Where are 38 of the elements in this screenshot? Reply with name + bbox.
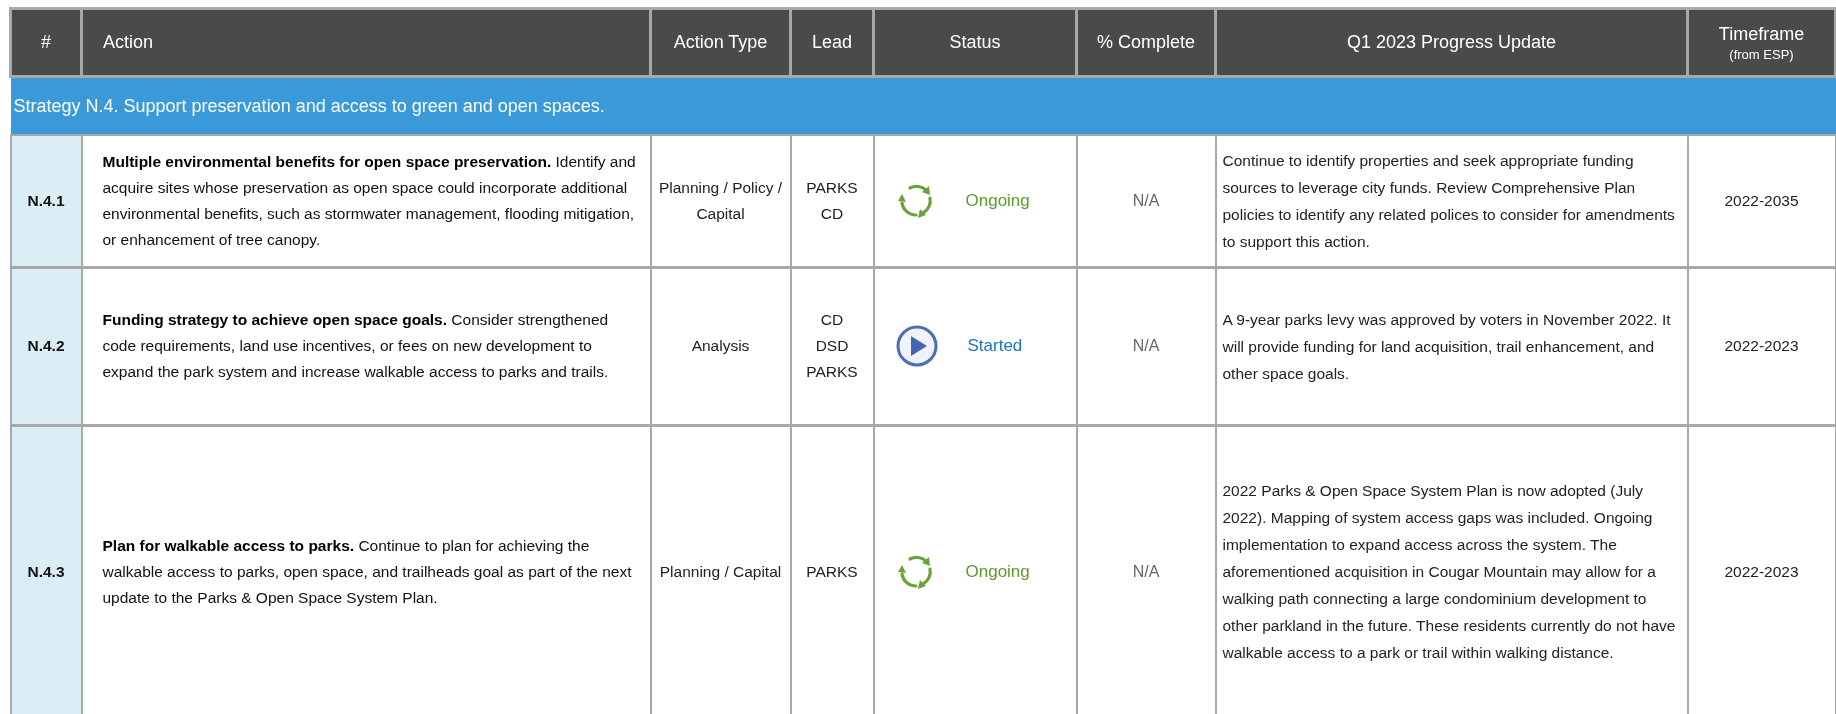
- action-description: Multiple environmental benefits for open space preservation. Identify and acquire sites whose preservation as open space could incorporate additional environmental benefits, such as stormwater management, flooding mitigation, or enhancement of tree canopy.: [102, 152, 636, 248]
- action-description: Funding strategy to achieve open space goals. Consider strengthened code requirements, land use incentives, or fees on new development to expand the park system and increase walkable access to parks and trails.: [102, 311, 609, 380]
- progress-update-text: A 9-year parks levy was approved by voters in November 2022. It will provide funding for land acquisition, trail enhancement, and other space goals.: [1222, 310, 1671, 382]
- timeframe: 2022-2023: [1724, 337, 1799, 354]
- progress-update-text: Continue to identify properties and seek appropriate funding sources to leverage city funds. Review Comprehensive Plan policies to identify any related polices to consider for amendments to support this action.: [1222, 151, 1675, 250]
- row-number: N.4.3: [10, 425, 82, 714]
- lead-department: PARKS: [805, 561, 859, 582]
- column-subheader: (from ESP): [1728, 46, 1795, 62]
- status-label: Started: [967, 336, 1023, 356]
- row-number: N.4.1: [10, 135, 82, 267]
- progress-update-text: 2022 Parks & Open Space System Plan is now adopted (July 2022). Mapping of system access gaps was included. Ongoing implementation to expand access across the system. The aforementioned acquisition in Cougar Mountain may allow for a walking path connecting a large condominium development to other parkland in the future. These residents currently do not have walkable access to a park or trail within walking distance.: [1222, 482, 1676, 661]
- action-type: Planning / Policy / Capital: [658, 178, 783, 222]
- column-header: % Complete: [1076, 8, 1216, 77]
- column-header: Timeframe: [1717, 23, 1806, 45]
- percent-complete: N/A: [1132, 191, 1160, 209]
- column-header: Q1 2023 Progress Update: [1215, 8, 1688, 77]
- percent-complete: N/A: [1132, 562, 1160, 580]
- action-type: Analysis: [691, 337, 750, 354]
- timeframe: 2022-2023: [1724, 562, 1799, 580]
- strategy-banner: Strategy N.4. Support preservation and access to green and open spaces.: [10, 76, 1836, 135]
- status-label: Ongoing: [965, 561, 1030, 582]
- column-header: #: [10, 8, 82, 77]
- action-description: Plan for walkable access to parks. Continue to plan for achieving the walkable access to parks, open space, and trailheads goal as part of the next update to the Parks & Open Space System Plan.: [102, 536, 632, 606]
- timeframe: 2022-2035: [1724, 191, 1799, 209]
- row-number: N.4.2: [10, 267, 82, 425]
- column-header: Action Type: [650, 8, 791, 77]
- play-icon: [895, 325, 938, 367]
- lead-department: CD: [819, 203, 845, 224]
- column-header: Action: [81, 8, 651, 77]
- column-header: Status: [873, 8, 1077, 77]
- action-type: Planning / Capital: [659, 562, 782, 580]
- status-label: Ongoing: [965, 190, 1030, 211]
- lead-department: CD: [819, 310, 845, 330]
- lead-department: DSD: [814, 336, 850, 356]
- lead-department: PARKS: [805, 362, 859, 382]
- column-header: Lead: [790, 8, 874, 77]
- percent-complete: N/A: [1132, 337, 1160, 354]
- lead-department: PARKS: [805, 177, 859, 198]
